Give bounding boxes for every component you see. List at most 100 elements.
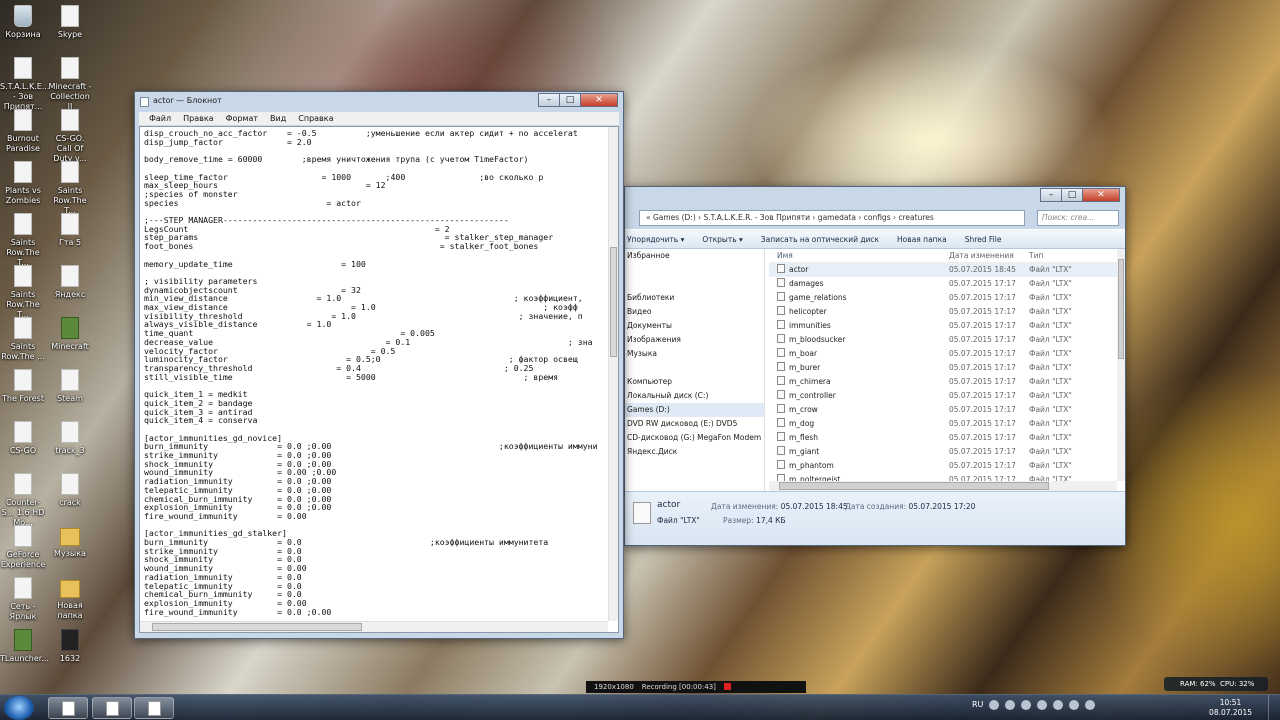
desktop-icon[interactable]: 1632 (47, 629, 93, 664)
toolbar-button[interactable]: Shred File (965, 235, 1002, 244)
desktop-icon[interactable]: Сеть - Ярлык (0, 577, 46, 622)
tray-icon[interactable] (1085, 700, 1096, 710)
desktop-icon[interactable]: GeForce Experience (0, 525, 46, 570)
tray-icon[interactable] (1005, 700, 1016, 710)
tray-icon[interactable] (1053, 700, 1064, 710)
desktop-icon[interactable]: S.T.A.L.K.E... - Зов Припят... (0, 57, 49, 112)
toolbar-button[interactable]: Открыть ▾ (702, 235, 742, 244)
explorer-titlebar[interactable]: – □ ✕ (625, 187, 1125, 207)
nav-item[interactable]: Яндекс.Диск (625, 445, 764, 459)
desktop-icon[interactable]: track_3 (47, 421, 93, 456)
file-row[interactable]: m_bloodsucker 05.07.2015 17:17 Файл "LTX" (769, 333, 1117, 347)
tray-icon[interactable] (1037, 700, 1048, 710)
desktop-icon[interactable]: Яндекс (47, 265, 93, 300)
nav-item[interactable]: DVD RW дисковод (E:) DVD5 (625, 417, 764, 431)
taskbar-item-notepad[interactable] (134, 697, 174, 719)
file-row[interactable]: actor 05.07.2015 18:45 Файл "LTX" (769, 263, 1117, 277)
desktop-icon[interactable]: Saints Row.The T... (47, 161, 93, 216)
maximize-button[interactable]: □ (1061, 188, 1083, 202)
file-row[interactable]: m_giant 05.07.2015 17:17 Файл "LTX" (769, 445, 1117, 459)
desktop-icon[interactable]: Skype (47, 5, 93, 40)
nav-item[interactable]: Музыка (625, 347, 764, 361)
horizontal-scrollbar[interactable] (769, 481, 1117, 491)
toolbar-button[interactable]: Записать на оптический диск (761, 235, 879, 244)
nav-item[interactable]: Библиотеки (625, 291, 764, 305)
column-date[interactable]: Дата изменения (949, 249, 1029, 262)
tray-icon[interactable] (1069, 700, 1080, 710)
minimize-button[interactable]: – (538, 93, 560, 107)
editor-text[interactable]: disp_crouch_no_acc_factor = -0.5 ;уменьш… (144, 129, 604, 616)
file-row[interactable]: game_relations 05.07.2015 17:17 Файл "LTX" (769, 291, 1117, 305)
nav-item[interactable]: Games (D:) (625, 403, 764, 417)
file-row[interactable]: m_controller 05.07.2015 17:17 Файл "LTX" (769, 389, 1117, 403)
nav-item[interactable]: Видео (625, 305, 764, 319)
desktop-icon[interactable]: Saints Row.The T... (0, 265, 46, 320)
file-row[interactable]: damages 05.07.2015 17:17 Файл "LTX" (769, 277, 1117, 291)
nav-item[interactable]: Избранное (625, 249, 764, 263)
desktop-icon[interactable]: Minecraft - Collection II (47, 57, 93, 112)
minimize-button[interactable]: – (1040, 188, 1062, 202)
vertical-scrollbar[interactable] (1117, 249, 1125, 481)
clock[interactable]: 10:51 08.07.2015 (1209, 698, 1252, 718)
taskbar-item-2[interactable] (92, 697, 132, 719)
nav-item[interactable]: Документы (625, 319, 764, 333)
search-input[interactable]: Поиск: crea... (1037, 210, 1119, 226)
desktop-icon[interactable]: crack (47, 473, 93, 508)
notepad-titlebar[interactable]: actor — Блокнот – □ ✕ (135, 92, 623, 112)
desktop-icon[interactable]: Counter-S... 1.6 HD Mo... (0, 473, 46, 528)
desktop-icon[interactable]: TLauncher... (0, 629, 49, 664)
file-row[interactable]: helicopter 05.07.2015 17:17 Файл "LTX" (769, 305, 1117, 319)
taskbar-item-1[interactable] (48, 697, 88, 719)
tray-icon[interactable] (1021, 700, 1032, 710)
desktop-icon[interactable]: Новая папка (47, 577, 93, 621)
file-row[interactable]: m_flesh 05.07.2015 17:17 Файл "LTX" (769, 431, 1117, 445)
tray-icon[interactable] (989, 700, 1000, 710)
vertical-scrollbar[interactable] (608, 127, 618, 621)
show-desktop-button[interactable] (1268, 695, 1280, 720)
file-row[interactable]: m_dog 05.07.2015 17:17 Файл "LTX" (769, 417, 1117, 431)
close-button[interactable]: ✕ (1082, 188, 1120, 202)
file-row[interactable]: m_burer 05.07.2015 17:17 Файл "LTX" (769, 361, 1117, 375)
nav-item[interactable]: Компьютер (625, 375, 764, 389)
desktop-icon[interactable]: Saints Row.The ... (0, 317, 46, 362)
address-bar[interactable]: « Games (D:) › S.T.A.L.K.E.R. - Зов Прип… (639, 210, 1025, 226)
desktop-icon[interactable]: Minecraft (47, 317, 93, 352)
stop-icon[interactable] (723, 683, 731, 690)
nav-item[interactable]: Локальный диск (C:) (625, 389, 764, 403)
menu-item[interactable]: Формат (220, 112, 264, 125)
close-button[interactable]: ✕ (580, 93, 618, 107)
desktop-icon[interactable]: CS-GO. Call Of Duty v... (47, 109, 93, 164)
file-row[interactable]: m_boar 05.07.2015 17:17 Файл "LTX" (769, 347, 1117, 361)
desktop-icon[interactable]: CS-GO (0, 421, 46, 456)
desktop-icon[interactable]: Steam (47, 369, 93, 404)
file-row[interactable]: m_poltergeist 05.07.2015 17:17 Файл "LTX" (769, 473, 1117, 481)
menu-item[interactable]: Файл (143, 112, 177, 125)
column-type[interactable]: Тип (1029, 249, 1089, 262)
desktop-icon[interactable]: Plants vs Zombies (0, 161, 46, 206)
desktop-icon[interactable]: Гта 5 (47, 213, 93, 248)
language-indicator[interactable]: RU (972, 700, 983, 710)
file-row[interactable]: m_crow 05.07.2015 17:17 Файл "LTX" (769, 403, 1117, 417)
toolbar-button[interactable]: Упорядочить ▾ (627, 235, 684, 244)
text-editor[interactable]: disp_crouch_no_acc_factor = -0.5 ;уменьш… (139, 126, 619, 633)
menu-item[interactable]: Справка (292, 112, 339, 125)
file-row[interactable]: m_chimera 05.07.2015 17:17 Файл "LTX" (769, 375, 1117, 389)
toolbar-button[interactable]: Новая папка (897, 235, 947, 244)
file-row[interactable]: immunities 05.07.2015 17:17 Файл "LTX" (769, 319, 1117, 333)
explorer-window[interactable]: – □ ✕ « Games (D:) › S.T.A.L.K.E.R. - Зо… (624, 186, 1126, 546)
desktop-icon[interactable]: Музыка (47, 525, 93, 559)
nav-item[interactable]: CD-дисковод (G:) MegaFon Modem (625, 431, 764, 445)
start-button[interactable] (4, 696, 34, 720)
menu-item[interactable]: Правка (177, 112, 219, 125)
horizontal-scrollbar[interactable] (140, 621, 608, 632)
desktop-icon[interactable]: Saints Row.The T... (0, 213, 46, 268)
file-row[interactable]: m_phantom 05.07.2015 17:17 Файл "LTX" (769, 459, 1117, 473)
nav-item[interactable]: Изображения (625, 333, 764, 347)
notepad-window[interactable]: actor — Блокнот – □ ✕ Файл Правка Формат Ви… (134, 91, 624, 639)
maximize-button[interactable]: □ (559, 93, 581, 107)
desktop-icon[interactable]: The Forest (0, 369, 46, 404)
menu-item[interactable]: Вид (264, 112, 292, 125)
desktop-icon[interactable]: Корзина (0, 5, 46, 40)
desktop-icon[interactable]: Burnout Paradise (0, 109, 46, 154)
column-name[interactable]: Имя (769, 249, 949, 262)
